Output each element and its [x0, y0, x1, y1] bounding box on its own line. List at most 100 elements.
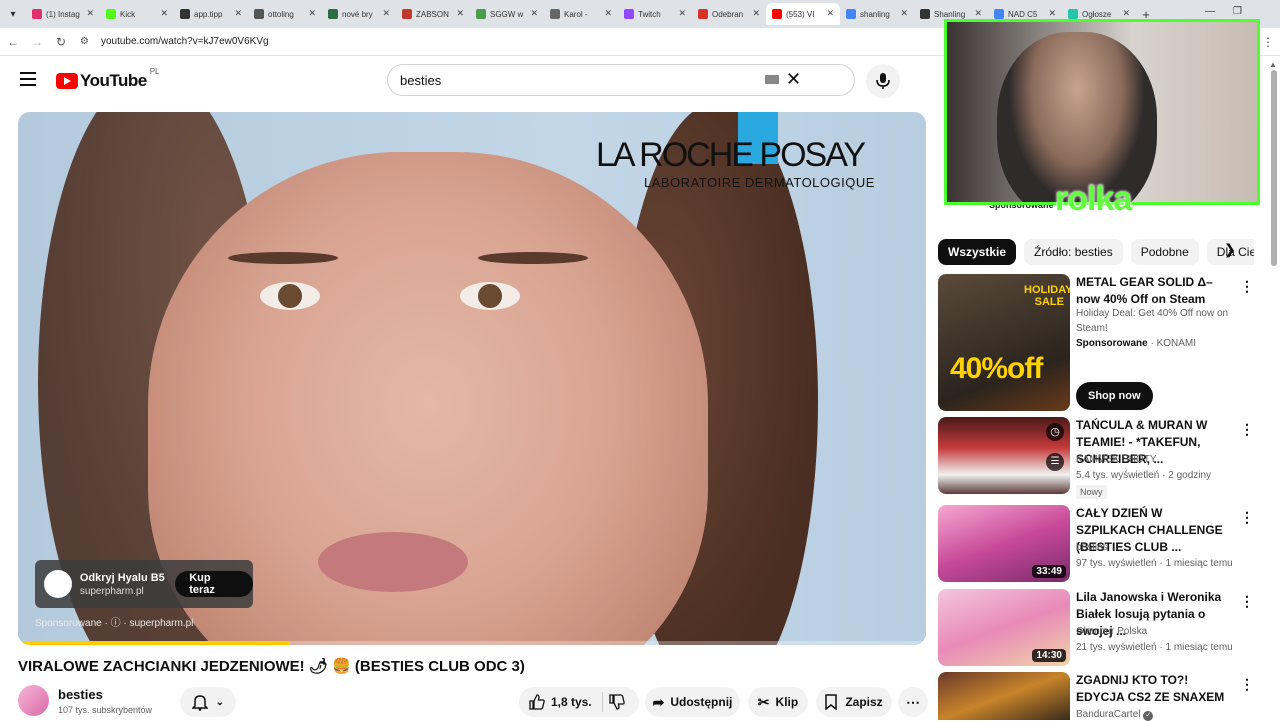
- browser-tab[interactable]: Kick ✕: [100, 3, 174, 25]
- tab-close-icon[interactable]: ✕: [160, 8, 168, 19]
- video-duration: 33:49: [1032, 565, 1066, 578]
- save-label: Zapisz: [845, 695, 883, 709]
- notification-bell-button[interactable]: ⌄: [180, 687, 236, 717]
- video-thumbnail[interactable]: 14:30: [938, 589, 1070, 666]
- tab-label: app.tipp: [194, 9, 223, 19]
- chip-all[interactable]: Wszystkie: [938, 239, 1017, 265]
- rec-channel[interactable]: Glamour Polska: [1076, 624, 1236, 639]
- watch-later-icon[interactable]: ◷: [1046, 423, 1064, 441]
- more-vertical-icon[interactable]: ⋮: [1240, 278, 1254, 295]
- browser-tab[interactable]: shanling ✕: [840, 3, 914, 25]
- clip-button[interactable]: ✂ Klip: [748, 687, 808, 717]
- recommendation-item[interactable]: ZGADNIJ KTO TO?! EDYCJA CS2 ZE SNAXEM Ba…: [938, 672, 1254, 721]
- more-vertical-icon[interactable]: ⋮: [1240, 593, 1254, 610]
- tab-close-icon[interactable]: ✕: [1048, 8, 1056, 19]
- page-scrollbar[interactable]: [1271, 70, 1277, 266]
- url-field[interactable]: youtube.com/watch?v=kJ7ew0V6KVg: [101, 36, 269, 47]
- video-title: VIRALOWE ZACHCIANKI JEDZENIOWE! 🌶 🍔 (BES…: [18, 658, 525, 675]
- search-input[interactable]: [400, 72, 760, 88]
- more-vertical-icon[interactable]: ⋮: [1240, 421, 1254, 438]
- video-thumbnail[interactable]: 33:49: [938, 505, 1070, 582]
- chip-related[interactable]: Podobne: [1130, 239, 1199, 265]
- site-info-icon[interactable]: ⚙: [80, 36, 89, 47]
- minimize-icon[interactable]: —: [1205, 6, 1215, 17]
- tab-label: Karol -: [564, 9, 588, 19]
- clip-label: Klip: [775, 695, 799, 709]
- tab-close-icon[interactable]: ✕: [456, 8, 464, 19]
- tab-close-icon[interactable]: ✕: [308, 8, 316, 19]
- tab-close-icon[interactable]: ✕: [974, 8, 982, 19]
- youtube-logo[interactable]: YouTube PL: [56, 67, 160, 91]
- browser-tab[interactable]: Odebran ✕: [692, 3, 766, 25]
- ad-overlay-card[interactable]: Odkryj Hyalu B5 superpharm.pl Kup teraz: [35, 560, 253, 608]
- like-button[interactable]: 1,8 tys.: [529, 694, 592, 710]
- video-thumbnail[interactable]: [938, 672, 1070, 720]
- save-button[interactable]: Zapisz: [816, 687, 892, 717]
- ad-progress-bar[interactable]: [18, 641, 926, 645]
- recommendation-item[interactable]: 33:49 CAŁY DZIEŃ W SZPILKACH CHALLENGE (…: [938, 505, 1254, 583]
- chip-source-besties[interactable]: Źródło: besties: [1024, 239, 1123, 265]
- clear-search-icon[interactable]: ✕: [786, 69, 801, 90]
- voice-search-button[interactable]: [866, 64, 900, 98]
- add-to-queue-icon[interactable]: ☰: [1046, 453, 1064, 471]
- country-code: PL: [149, 67, 160, 76]
- browser-tab[interactable]: ZABSON ✕: [396, 3, 470, 25]
- browser-tab[interactable]: SGGW w ✕: [470, 3, 544, 25]
- ad-cta-button[interactable]: Kup teraz: [175, 571, 253, 597]
- scroll-up-icon[interactable]: ▲: [1269, 60, 1277, 69]
- forward-icon[interactable]: →: [26, 35, 48, 49]
- browser-tab-active[interactable]: (553) VI ✕: [766, 3, 840, 25]
- recommendation-item[interactable]: 14:30 Lila Janowska i Weronika Białek lo…: [938, 589, 1254, 667]
- browser-tab[interactable]: (1) Instag ✕: [26, 3, 100, 25]
- sponsored-thumbnail[interactable]: HOLIDAY SALE 40%off: [938, 274, 1070, 411]
- recommendation-item[interactable]: ◷ ☰ TAŃCULA & MURAN W TEAMIE! - *TAKEFUN…: [938, 417, 1254, 499]
- more-horizontal-icon: ⋯: [906, 693, 920, 710]
- shop-now-button[interactable]: Shop now: [1076, 382, 1153, 410]
- browser-tab[interactable]: ottoling ✕: [248, 3, 322, 25]
- sponsored-recommendation[interactable]: HOLIDAY SALE 40%off METAL GEAR SOLID Δ– …: [938, 274, 1254, 411]
- tab-close-icon[interactable]: ✕: [530, 8, 538, 19]
- rec-title[interactable]: METAL GEAR SOLID Δ– now 40% Off on Steam: [1076, 274, 1234, 308]
- rec-channel[interactable]: besties: [1076, 540, 1236, 555]
- thumb-discount-text: 40%off: [950, 352, 1043, 385]
- more-vertical-icon[interactable]: ⋮: [1240, 509, 1254, 526]
- share-button[interactable]: ➦ Udostępnij: [645, 687, 740, 717]
- browser-tab[interactable]: Twitch ✕: [618, 3, 692, 25]
- chevron-right-icon[interactable]: ❯: [1224, 241, 1244, 263]
- video-thumbnail[interactable]: ◷ ☰: [938, 417, 1070, 494]
- tab-close-icon[interactable]: ✕: [752, 8, 760, 19]
- menu-icon[interactable]: [20, 72, 36, 86]
- browser-tab[interactable]: app.tipp ✕: [174, 3, 248, 25]
- tab-favicon-icon: [550, 9, 560, 19]
- tab-close-icon[interactable]: ✕: [234, 8, 242, 19]
- channel-avatar[interactable]: [18, 685, 49, 716]
- tab-search-menu-icon[interactable]: ▾: [0, 0, 26, 28]
- keyboard-icon[interactable]: [765, 75, 779, 84]
- more-vertical-icon[interactable]: ⋮: [1240, 676, 1254, 693]
- tab-close-icon[interactable]: ✕: [1122, 8, 1130, 19]
- browser-menu-icon[interactable]: ⋮: [1262, 35, 1274, 49]
- back-icon[interactable]: ←: [2, 35, 24, 49]
- ad-sponsored-label[interactable]: Sponsorowane · ⓘ · superpharm.pl: [35, 614, 193, 629]
- tab-label: NAD C5: [1008, 9, 1038, 19]
- browser-tab[interactable]: nové bry ✕: [322, 3, 396, 25]
- more-actions-button[interactable]: ⋯: [898, 687, 928, 717]
- reload-icon[interactable]: ↻: [50, 35, 72, 49]
- rec-title[interactable]: ZGADNIJ KTO TO?! EDYCJA CS2 ZE SNAXEM: [1076, 672, 1234, 706]
- tab-close-icon[interactable]: ✕: [604, 8, 612, 19]
- tab-label: Twitch: [638, 9, 661, 19]
- tab-close-icon[interactable]: ✕: [826, 8, 834, 19]
- rec-channel[interactable]: BanduraCartel: [1076, 709, 1140, 720]
- tab-close-icon[interactable]: ✕: [900, 8, 908, 19]
- tab-favicon-icon: [476, 9, 486, 19]
- rec-channel[interactable]: KAMMEK SHOTY: [1076, 452, 1236, 467]
- channel-name[interactable]: besties: [58, 687, 103, 702]
- thumbs-down-icon[interactable]: [609, 694, 625, 710]
- tab-close-icon[interactable]: ✕: [678, 8, 686, 19]
- video-player[interactable]: LA ROCHE POSAY LABORATOIRE DERMATOLOGIQU…: [18, 112, 926, 645]
- browser-tab[interactable]: Karol - ✕: [544, 3, 618, 25]
- tab-label: (1) Instag: [46, 9, 80, 19]
- restore-icon[interactable]: ❐: [1233, 6, 1242, 17]
- tab-close-icon[interactable]: ✕: [382, 8, 390, 19]
- tab-close-icon[interactable]: ✕: [86, 8, 94, 19]
